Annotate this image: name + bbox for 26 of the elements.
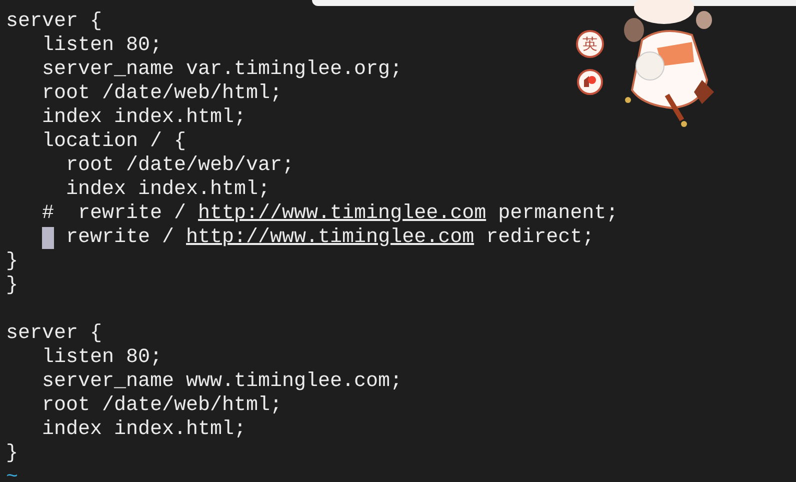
code-text: rewrite / <box>65 226 176 250</box>
code-text: permanent; <box>497 202 618 226</box>
code-link[interactable]: http://www.timinglee.com <box>198 202 486 226</box>
code-text: server_name var.timinglee.org; <box>41 58 402 82</box>
code-text: } <box>6 274 18 298</box>
empty-line-tilde: ~ <box>6 466 18 482</box>
ime-settings-icon[interactable] <box>576 68 604 96</box>
code-text: } <box>6 250 18 274</box>
code-text: index index.html; <box>65 178 270 202</box>
code-link[interactable]: http://www.timinglee.com <box>186 226 474 250</box>
code-text: server_name www.timinglee.com; <box>41 370 402 394</box>
code-text: root /date/web/var; <box>65 154 294 178</box>
code-text: index index.html; <box>41 418 246 442</box>
code-text: root /date/web/html; <box>41 82 282 106</box>
text-cursor <box>42 227 54 249</box>
code-text: root /date/web/html; <box>41 394 282 418</box>
code-text: # rewrite / <box>41 202 188 226</box>
code-text: redirect; <box>485 226 594 250</box>
code-text: index index.html; <box>41 106 246 130</box>
code-text: location / { <box>41 130 186 154</box>
code-text: server { <box>6 322 102 346</box>
code-text: listen 80; <box>41 346 162 370</box>
code-text: server { <box>6 10 102 34</box>
code-text: } <box>6 442 18 466</box>
code-text: listen 80; <box>41 34 162 58</box>
ime-mode-toggle[interactable]: 英 <box>576 30 604 58</box>
